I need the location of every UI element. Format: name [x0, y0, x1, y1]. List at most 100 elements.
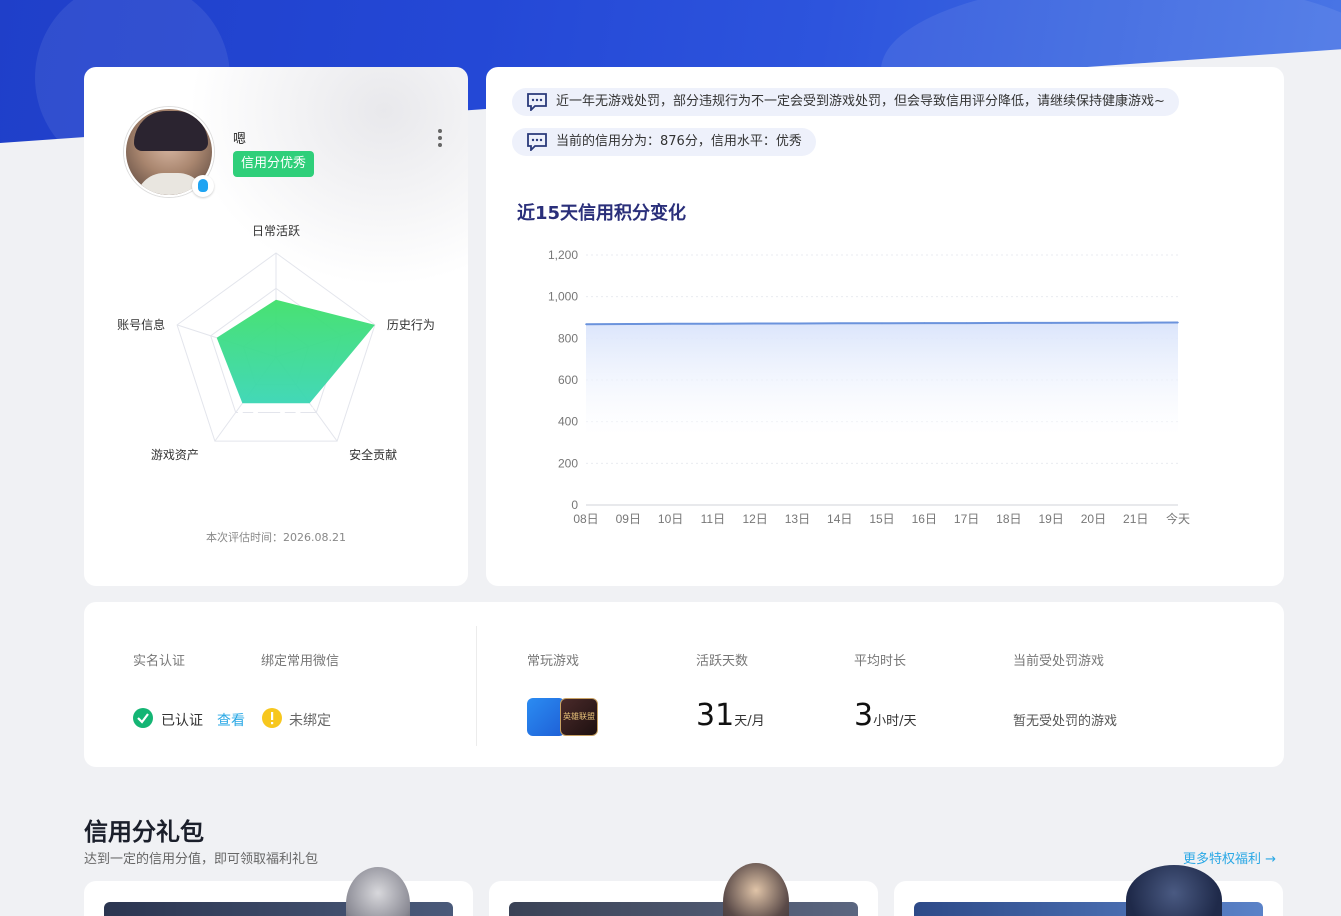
x-tick-label: 11日 [701, 512, 725, 526]
gift-card[interactable] [84, 867, 473, 916]
avg-duration-number: 3 [854, 698, 874, 733]
x-tick-label: 12日 [742, 512, 767, 526]
data-point [669, 323, 672, 325]
avg-duration-unit: 小时/天 [873, 714, 917, 729]
radar-chart: 日常活跃 历史行为 安全贡献 游戏资产 账号信息 876 [117, 224, 435, 462]
penalty-label: 当前受处罚游戏 [1013, 654, 1105, 669]
credit-score-number: 876 [234, 399, 318, 450]
profile-card: 嗯 信用分优秀 日常活跃 历史行为 安全贡献 游戏资产 账号信息 876 本次评… [84, 67, 468, 586]
chart-title: 近15天信用积分变化 [517, 203, 687, 224]
character-art [346, 867, 410, 916]
active-days-unit: 天/月 [734, 714, 765, 729]
credit-info-card: 近一年无游戏处罚，部分违规行为不一定会受到游戏处罚，但会导致信用评分降低，请继续… [486, 67, 1284, 586]
stats-card: 实名认证 绑定常用微信 已认证 查看 未绑定 常玩游戏 英雄联盟 活跃天数 31… [84, 602, 1284, 767]
character-art [1126, 865, 1222, 916]
y-tick-label: 1,200 [548, 248, 578, 262]
radar-label-daily-active: 日常活跃 [252, 224, 300, 238]
x-tick-label: 10日 [658, 512, 683, 526]
character-art [723, 863, 789, 916]
radar-area [216, 299, 375, 404]
game-icon-league-of-legends[interactable]: 英雄联盟 [560, 698, 598, 736]
exclamation-mark [271, 712, 274, 725]
check-icon [133, 708, 153, 728]
x-tick-label: 20日 [1081, 512, 1106, 526]
check-mark [137, 713, 149, 724]
username: 嗯 [233, 132, 247, 147]
avg-duration-value: 3小时/天 [854, 698, 916, 733]
data-point [1177, 321, 1179, 324]
data-point [881, 322, 883, 325]
qq-icon-dot [198, 179, 208, 192]
wechat-status: 未绑定 [289, 713, 331, 729]
y-tick-label: 1,000 [548, 290, 578, 304]
x-tick-label: 14日 [827, 512, 852, 526]
credit-trend-chart: 0 200 400 600 800 1,000 1,200 08日 09日 10日 11日 12日 1… [548, 248, 1190, 526]
x-tick-label: 今天 [1166, 511, 1190, 526]
y-tick-label: 0 [571, 498, 578, 512]
y-tick-label: 600 [558, 373, 578, 387]
x-axis: 08日 09日 10日 11日 12日 13日 14日 15日 16日 17日 18日 19日 20日 2… [573, 511, 1190, 526]
data-point [1134, 321, 1137, 324]
warning-icon [262, 708, 282, 728]
message-icon [527, 133, 547, 151]
notice-penalty-text: 近一年无游戏处罚，部分违规行为不一定会受到游戏处罚，但会导致信用评分降低，请继续… [556, 94, 1165, 109]
data-point [838, 322, 841, 325]
more-options-icon[interactable] [436, 129, 444, 149]
x-tick-label: 08日 [573, 512, 598, 526]
divider [476, 626, 477, 746]
x-tick-label: 09日 [616, 512, 641, 526]
radar-label-history: 历史行为 [387, 318, 435, 332]
notice-score: 当前的信用分为：876分，信用水平：优秀 [512, 128, 816, 156]
active-days-value: 31天/月 [696, 698, 765, 733]
data-point [796, 322, 799, 325]
data-point [923, 322, 926, 324]
data-point [627, 323, 630, 325]
data-point [1008, 322, 1010, 324]
gift-card-image [509, 902, 858, 916]
data-point [712, 323, 714, 325]
gift-section-subtitle: 达到一定的信用分值，即可领取福利礼包 [84, 852, 319, 867]
data-point [754, 322, 756, 325]
message-icon [527, 93, 547, 111]
data-point [965, 322, 968, 324]
radar-label-assets: 游戏资产 [151, 448, 199, 462]
active-days-number: 31 [696, 698, 735, 733]
data-point [1050, 322, 1052, 324]
y-tick-label: 200 [558, 456, 578, 470]
games-label: 常玩游戏 [527, 654, 580, 669]
y-tick-label: 800 [558, 331, 578, 345]
series-area [586, 322, 1178, 435]
realname-status: 已认证 [161, 713, 203, 729]
y-tick-label: 400 [558, 415, 578, 429]
dot [438, 143, 442, 147]
realname-label: 实名认证 [133, 654, 186, 669]
avg-duration-label: 平均时长 [854, 654, 907, 669]
credit-level-badge: 信用分优秀 [233, 151, 315, 177]
gift-section-title: 信用分礼包 [84, 818, 204, 846]
more-privileges-link[interactable]: 更多特权福利 → [1183, 848, 1276, 867]
gift-card[interactable] [894, 865, 1283, 916]
x-tick-label: 13日 [785, 512, 810, 526]
gift-card[interactable] [489, 863, 878, 916]
radar-label-security: 安全贡献 [349, 447, 397, 462]
view-realname-link[interactable]: 查看 [217, 710, 245, 730]
evaluation-time: 本次评估时间：2026.08.21 [206, 531, 346, 544]
x-tick-label: 18日 [996, 512, 1021, 526]
wechat-label: 绑定常用微信 [261, 654, 340, 669]
notice-score-text: 当前的信用分为：876分，信用水平：优秀 [556, 134, 802, 149]
data-point [1092, 321, 1095, 324]
avatar-hair [134, 111, 208, 151]
penalty-value: 暂无受处罚的游戏 [1013, 714, 1118, 729]
dot [438, 136, 442, 140]
x-tick-label: 17日 [954, 512, 979, 526]
notice-penalty: 近一年无游戏处罚，部分违规行为不一定会受到游戏处罚，但会导致信用评分降低，请继续… [512, 88, 1179, 116]
x-tick-label: 16日 [912, 512, 937, 526]
active-days-label: 活跃天数 [696, 654, 749, 669]
x-tick-label: 21日 [1123, 512, 1148, 526]
game2-text: 英雄联盟 [563, 712, 595, 721]
data-point [585, 323, 587, 325]
dot [438, 129, 442, 133]
radar-label-account: 账号信息 [117, 317, 165, 332]
x-tick-label: 19日 [1038, 512, 1063, 526]
qq-icon [192, 175, 214, 197]
